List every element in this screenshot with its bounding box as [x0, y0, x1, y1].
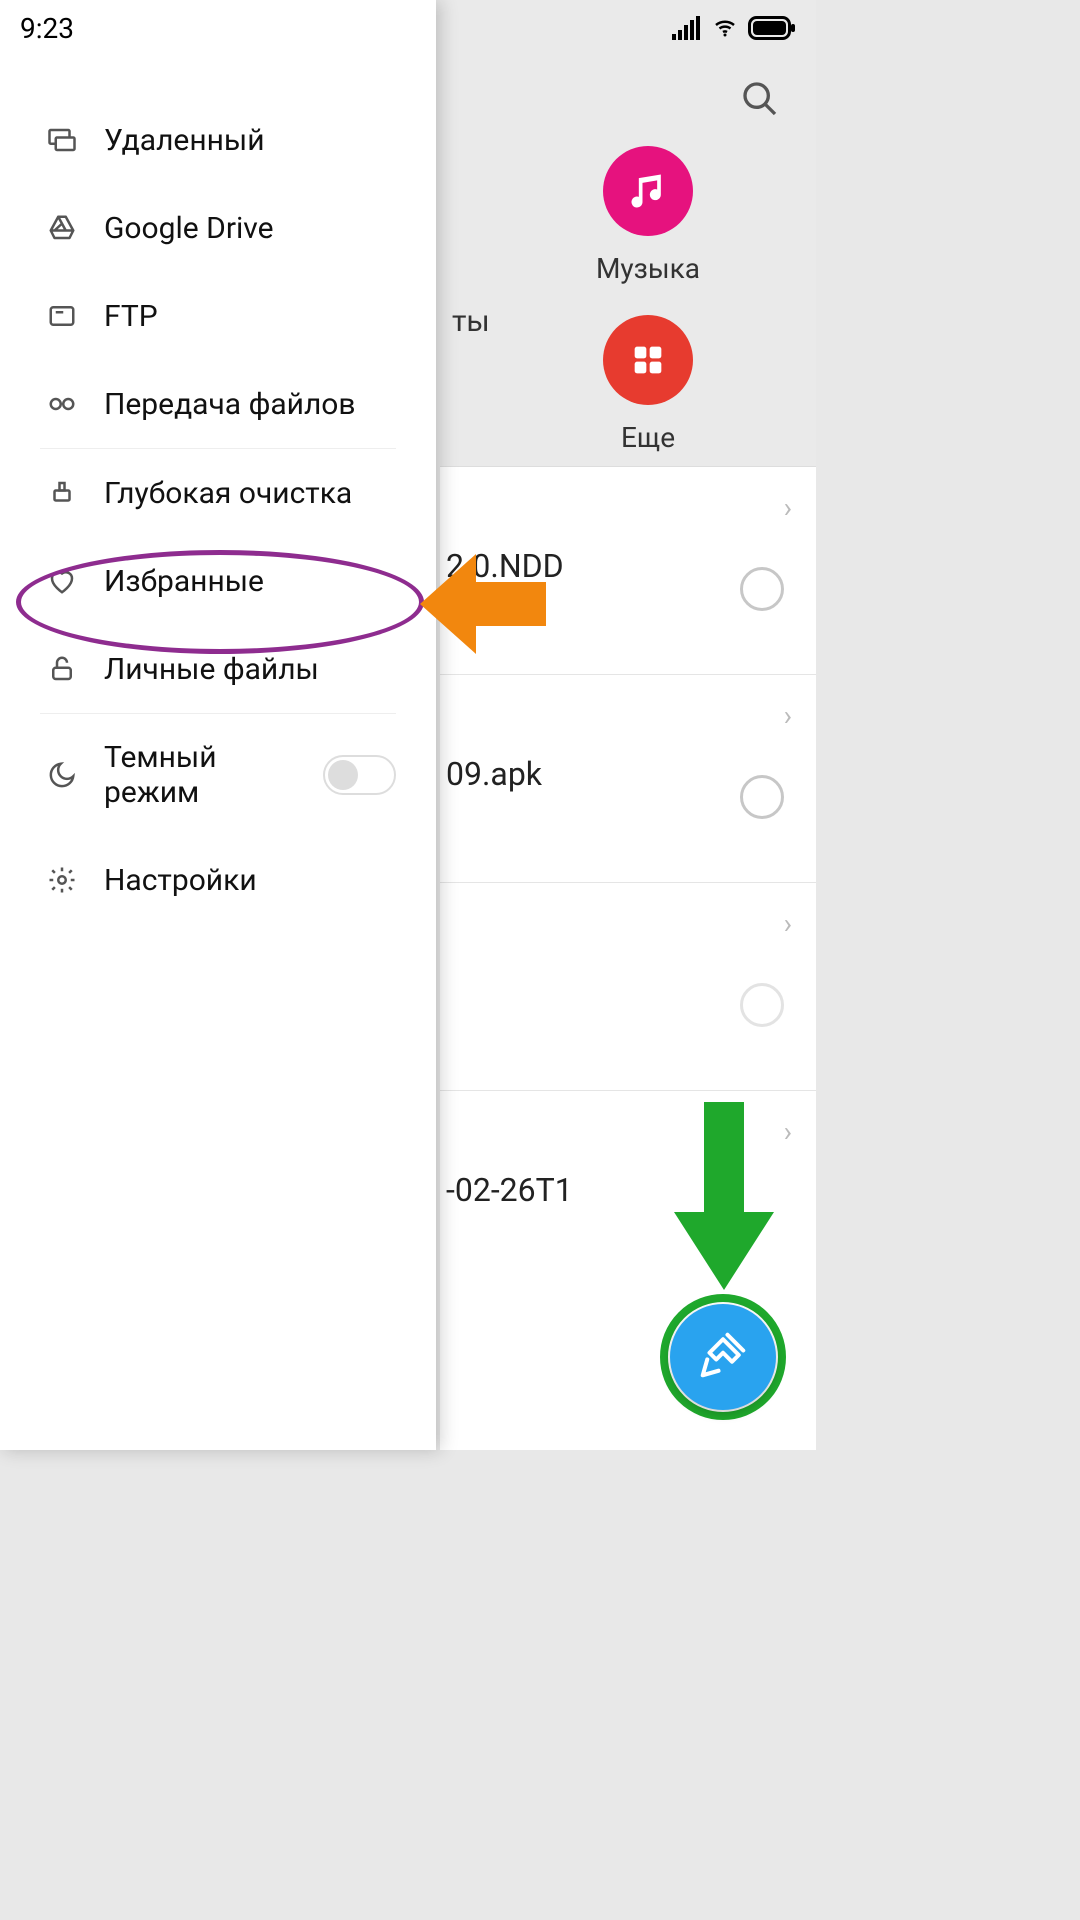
select-radio[interactable]	[740, 983, 784, 1027]
grid-icon	[603, 315, 693, 405]
wifi-icon	[710, 16, 740, 40]
battery-icon	[748, 16, 796, 40]
drawer-item-favorites[interactable]: Избранные	[0, 537, 436, 625]
select-radio[interactable]	[740, 567, 784, 611]
drawer-item-label: Избранные	[104, 564, 264, 599]
drawer-item-ftp[interactable]: FTP	[0, 272, 436, 360]
drawer-item-gdrive[interactable]: Google Drive	[0, 184, 436, 272]
category-music[interactable]: Музыка	[480, 146, 816, 285]
drawer-item-label: Темный режим	[104, 740, 299, 810]
ftp-icon	[44, 298, 80, 334]
top-bar	[440, 56, 816, 146]
drawer-item-deep-clean[interactable]: Глубокая очистка	[0, 449, 436, 537]
lock-icon	[44, 651, 80, 687]
status-time: 9:23	[20, 12, 74, 45]
category-strip: Музыка Еще	[440, 146, 816, 454]
drawer-item-label: FTP	[104, 299, 158, 334]
drawer-item-label: Личные файлы	[104, 652, 319, 687]
gear-icon	[44, 862, 80, 898]
chevron-right-icon: ›	[784, 1115, 792, 1148]
clean-fab-wrap	[660, 1294, 786, 1420]
drawer-item-remote[interactable]: Удаленный	[0, 96, 436, 184]
drawer-item-settings[interactable]: Настройки	[0, 836, 436, 924]
signal-icon	[672, 16, 702, 40]
clean-fab[interactable]	[670, 1304, 776, 1410]
file-row[interactable]: › 2.0.NDD	[440, 467, 816, 675]
moon-icon	[44, 757, 80, 793]
search-icon[interactable]	[740, 79, 780, 123]
main-content: ты Музыка Еще › 2.0.NDD ›	[440, 56, 816, 1450]
chevron-right-icon: ›	[784, 491, 792, 524]
select-radio[interactable]	[740, 775, 784, 819]
category-label-partial: ты	[452, 304, 490, 339]
chevron-right-icon: ›	[784, 907, 792, 940]
file-name: 2.0.NDD	[446, 547, 564, 585]
category-more[interactable]: Еще	[480, 315, 816, 454]
file-row[interactable]: › -02-26T1	[440, 1091, 816, 1299]
drive-icon	[44, 210, 80, 246]
link-icon	[44, 386, 80, 422]
heart-icon	[44, 563, 80, 599]
file-name: 09.apk	[446, 755, 542, 793]
drawer-item-transfer[interactable]: Передача файлов	[0, 360, 436, 448]
music-icon	[603, 146, 693, 236]
drawer-item-dark-mode[interactable]: Темный режим	[0, 714, 436, 836]
category-label: Музыка	[596, 252, 700, 285]
file-name: -02-26T1	[446, 1171, 573, 1209]
file-row[interactable]: ›	[440, 883, 816, 1091]
file-row[interactable]: › 09.apk	[440, 675, 816, 883]
monitor-icon	[44, 122, 80, 158]
broom-icon	[696, 1328, 750, 1386]
drawer-item-label: Настройки	[104, 863, 257, 898]
chevron-right-icon: ›	[784, 699, 792, 732]
drawer-item-private[interactable]: Личные файлы	[0, 625, 436, 713]
drawer-item-label: Google Drive	[104, 211, 274, 246]
drawer-item-label: Удаленный	[104, 123, 265, 158]
status-bar: 9:23	[0, 0, 816, 56]
status-icons	[672, 16, 796, 40]
drawer-item-label: Глубокая очистка	[104, 476, 352, 511]
drawer-item-label: Передача файлов	[104, 387, 356, 422]
category-label: Еще	[621, 421, 675, 454]
broom-icon	[44, 475, 80, 511]
nav-drawer: Удаленный Google Drive FTP Передача файл…	[0, 0, 436, 1450]
dark-mode-toggle[interactable]	[323, 755, 396, 795]
